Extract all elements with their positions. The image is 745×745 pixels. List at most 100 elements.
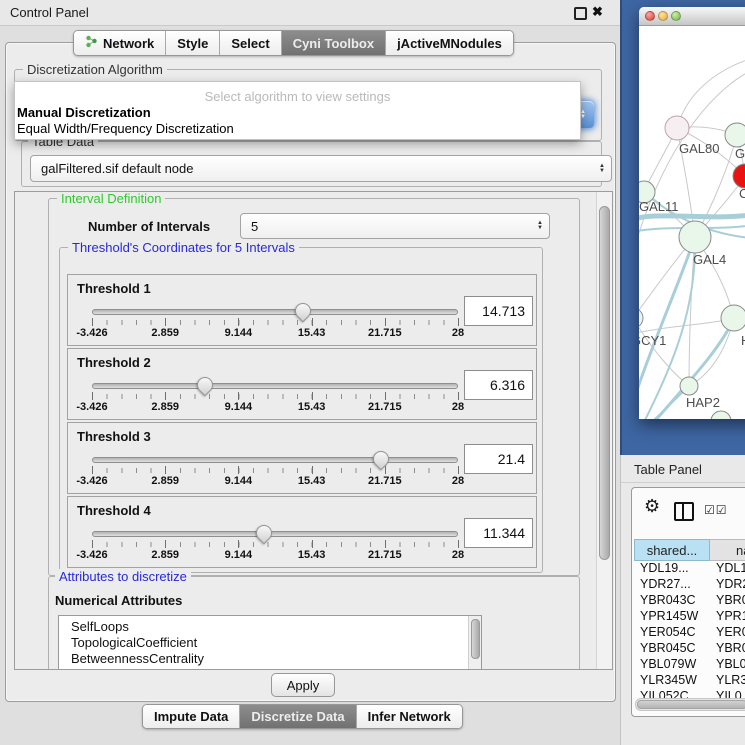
table-row[interactable]: YER054CYER0 [634,625,745,641]
threshold-value-field[interactable]: 21.4 [464,444,533,474]
network-node-label: HAP2 [686,395,720,410]
slider-minor-ticks [92,542,458,547]
gear-icon[interactable]: ⚙ [644,496,660,517]
scrollbar-thumb[interactable] [637,700,745,709]
number-of-intervals-label: Number of Intervals [88,219,210,234]
table-row[interactable]: YBR045CYBR0 [634,641,745,657]
tab-label: Impute Data [154,709,228,724]
numerical-attributes-list: SelfLoopsTopologicalCoefficientBetweenne… [58,615,482,670]
attribute-list-item[interactable]: SelfLoops [59,619,481,635]
threshold-slider[interactable]: -3.4262.8599.14415.4321.71528 [92,525,458,563]
cell-shared-name[interactable]: YBR043C [634,593,710,609]
table-data-combobox[interactable]: galFiltered.sif default node [30,155,612,182]
apply-button[interactable]: Apply [271,673,335,697]
float-window-icon[interactable] [574,7,587,20]
control-panel-title: Control Panel [10,5,89,20]
cell-name[interactable]: YLR3 [710,673,745,689]
attributes-list-scrollbar[interactable] [468,616,481,670]
slider-major-tick [312,466,313,474]
table-row[interactable]: YPR145WYPR1 [634,609,745,625]
threshold-slider[interactable]: -3.4262.8599.14415.4321.71528 [92,451,458,489]
network-node-gcy1[interactable] [639,308,643,328]
cell-shared-name[interactable]: YBL079W [634,657,710,673]
tab-impute-data[interactable]: Impute Data [143,705,239,728]
slider-thumb[interactable] [370,448,393,471]
cell-name[interactable]: YER0 [710,625,745,641]
interval-definition-group: Interval Definition Number of Intervals … [48,198,580,576]
cell-name[interactable]: YPR1 [710,609,745,625]
tab-cyni-toolbox[interactable]: Cyni Toolbox [281,31,385,55]
network-node-hap2[interactable] [680,377,698,395]
slider-tick-label: 2.859 [151,475,179,487]
cell-shared-name[interactable]: YDR27... [634,577,710,593]
tab-discretize-data[interactable]: Discretize Data [239,705,355,728]
minimize-traffic-light-icon[interactable] [658,11,668,21]
network-node-gal80[interactable] [665,116,689,140]
slider-tick-label: 15.43 [298,475,326,487]
number-of-intervals-combobox[interactable]: 5 [240,213,550,239]
columns-icon[interactable] [674,502,694,521]
cell-name[interactable]: YDR2 [710,577,745,593]
dropdown-item-manual-discretization[interactable]: Manual Discretization [17,105,151,120]
threshold-slider[interactable]: -3.4262.8599.14415.4321.71528 [92,303,458,341]
attribute-list-item[interactable]: TopologicalCoefficient [59,635,481,651]
settings-vertical-scrollbar[interactable] [596,192,612,669]
threshold-slider[interactable]: -3.4262.8599.14415.4321.71528 [92,377,458,415]
dropdown-item-equal-width-frequency[interactable]: Equal Width/Frequency Discretization [17,121,234,136]
threshold-value-field[interactable]: 11.344 [464,518,533,548]
interval-definition-label: Interval Definition [57,191,165,206]
cell-shared-name[interactable]: YDL19... [634,561,710,577]
slider-major-tick [385,466,386,474]
threshold-value-field[interactable]: 14.713 [464,296,533,326]
attributes-group-label: Attributes to discretize [55,569,191,584]
column-header-name[interactable]: na [710,539,745,561]
tab-network[interactable]: Network [74,31,165,55]
tab-infer-network[interactable]: Infer Network [356,705,462,728]
slider-track[interactable] [92,309,458,315]
attribute-list-item[interactable]: BetweennessCentrality [59,651,481,667]
tab-style[interactable]: Style [165,31,219,55]
table-row[interactable]: YBR043CYBR0 [634,593,745,609]
cell-shared-name[interactable]: YBR045C [634,641,710,657]
network-canvas[interactable]: GAL80GACGAL11GAL4GCY1HHAP2 [639,25,745,419]
tab-label: Style [177,36,208,51]
network-node-c[interactable] [733,164,745,188]
table-row[interactable]: YDL19...YDL1 [634,561,745,577]
cell-shared-name[interactable]: YLR345W [634,673,710,689]
tab-jactivemnodules[interactable]: jActiveMNodules [385,31,513,55]
column-header-shared-name[interactable]: shared... [634,539,710,561]
network-icon [85,35,98,51]
slider-major-tick [385,540,386,548]
zoom-traffic-light-icon[interactable] [671,11,681,21]
cell-shared-name[interactable]: YPR145W [634,609,710,625]
cell-name[interactable]: YDL1 [710,561,745,577]
slider-minor-ticks [92,468,458,473]
network-node-h[interactable] [721,305,745,331]
tab-select[interactable]: Select [219,31,280,55]
cell-name[interactable]: YBR0 [710,641,745,657]
table-horizontal-scrollbar[interactable] [635,698,745,711]
table-row[interactable]: YDR27...YDR2 [634,577,745,593]
slider-track[interactable] [92,531,458,537]
scrollbar-thumb[interactable] [599,206,610,560]
cell-name[interactable]: YBR0 [710,593,745,609]
close-traffic-light-icon[interactable] [645,11,655,21]
table-row[interactable]: YBL079WYBL0 [634,657,745,673]
network-node-gal4[interactable] [679,221,711,253]
slider-thumb[interactable] [253,522,276,545]
scrollbar-thumb[interactable] [471,619,480,659]
cell-name[interactable]: YBL0 [710,657,745,673]
cell-shared-name[interactable]: YER054C [634,625,710,641]
slider-major-tick [385,392,386,400]
network-node-ga[interactable] [725,123,745,147]
network-node[interactable] [711,411,731,419]
slider-major-tick [312,540,313,548]
threshold-value-field[interactable]: 6.316 [464,370,533,400]
table-row[interactable]: YLR345WYLR3 [634,673,745,689]
slider-track[interactable] [92,457,458,463]
slider-thumb[interactable] [194,374,217,397]
slider-tick-label: 28 [452,475,464,487]
close-icon[interactable]: ✖ [592,4,603,20]
checkbox-filter-icons[interactable]: ☑☑ [704,503,728,517]
slider-track[interactable] [92,383,458,389]
